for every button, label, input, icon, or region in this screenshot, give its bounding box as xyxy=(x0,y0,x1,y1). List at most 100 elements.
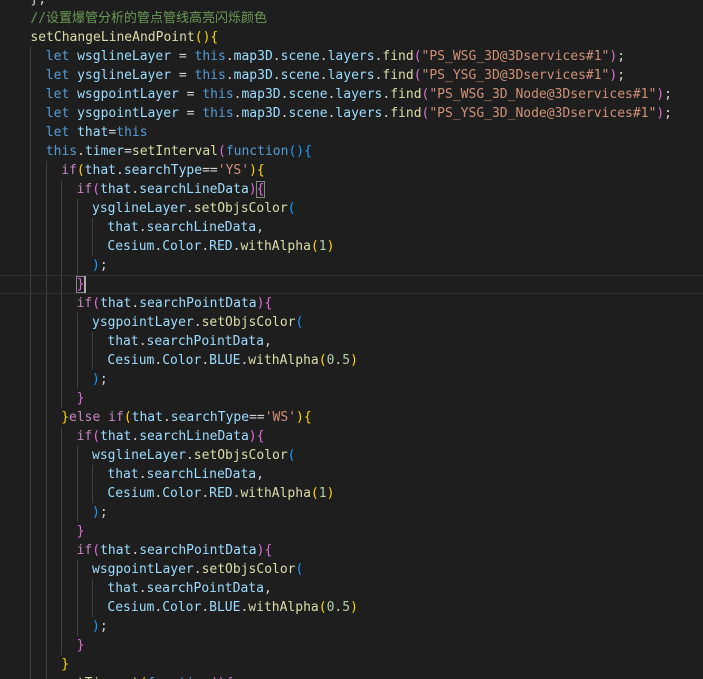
code-line[interactable]: ); xyxy=(0,503,703,522)
code-token: let xyxy=(45,87,78,102)
code-token: ( xyxy=(310,239,319,254)
code-token: withAlpha xyxy=(248,600,319,615)
code-token: ; xyxy=(99,372,108,387)
code-token: ysgpointLayer xyxy=(77,106,179,121)
code-line[interactable]: }else if(that.searchType=='WS'){ xyxy=(0,408,703,427)
code-token: ) xyxy=(296,144,305,159)
code-token: = xyxy=(171,68,195,83)
code-line[interactable]: if(that.searchLineData){ xyxy=(0,427,703,446)
code-line[interactable]: if(that.searchLineData){ xyxy=(0,180,703,199)
code-token: withAlpha xyxy=(240,239,311,254)
code-token: ; xyxy=(617,49,626,64)
code-line[interactable]: Cesium.Color.BLUE.withAlpha(0.5) xyxy=(0,598,703,617)
code-token: == xyxy=(249,410,265,425)
code-token: . xyxy=(154,486,163,501)
code-line[interactable]: }; xyxy=(0,0,703,9)
code-token: RED xyxy=(209,239,233,254)
code-token: searchPointData xyxy=(146,334,264,349)
code-editor[interactable]: }; //设置爆管分析的管点管线高亮闪烁颜色 setChangeLineAndPoi… xyxy=(0,0,703,679)
code-line[interactable]: if(that.searchPointData){ xyxy=(0,294,703,313)
code-line[interactable]: Cesium.Color.RED.withAlpha(1) xyxy=(0,484,703,503)
code-token: ) xyxy=(92,372,100,387)
code-line[interactable]: setChangeLineAndPoint(){ xyxy=(0,28,703,47)
code-token: . xyxy=(154,600,163,615)
code-line[interactable]: that.searchPointData, xyxy=(0,579,703,598)
code-token: = xyxy=(124,144,132,159)
code-line[interactable]: let ysgpointLayer = this.map3D.scene.lay… xyxy=(0,104,703,123)
code-token: ( xyxy=(218,144,226,159)
code-line[interactable]: that.searchLineData, xyxy=(0,218,703,237)
code-line[interactable]: ); xyxy=(0,617,703,636)
code-line[interactable]: that.searchPointData, xyxy=(0,332,703,351)
code-token: if xyxy=(108,410,124,425)
code-token: searchLineData xyxy=(146,467,257,482)
code-token: ) xyxy=(296,410,304,425)
code-line[interactable]: } xyxy=(0,389,703,408)
code-token: let xyxy=(45,68,78,83)
code-line[interactable]: let wsgpointLayer = this.map3D.scene.lay… xyxy=(0,85,703,104)
code-token: ( xyxy=(318,600,327,615)
code-token: map3D xyxy=(241,87,281,102)
code-token: if xyxy=(61,163,77,178)
code-token: . xyxy=(272,49,281,64)
code-line[interactable]: } xyxy=(0,655,703,674)
code-line[interactable]: if(that.searchPointData){ xyxy=(0,541,703,560)
code-token: ) xyxy=(92,619,100,634)
code-token: ) xyxy=(350,353,358,368)
code-token: ) xyxy=(350,600,358,615)
code-token: timer xyxy=(84,144,125,159)
code-token: ( xyxy=(76,163,85,178)
code-line[interactable]: setTimeout(function(){ xyxy=(0,674,703,679)
code-line[interactable]: let wsglineLayer = this.map3D.scene.laye… xyxy=(0,47,703,66)
code-token: ( xyxy=(194,30,203,45)
code-token: , xyxy=(256,220,264,235)
code-token: 0.5 xyxy=(326,353,351,368)
code-token: setObjsColor xyxy=(193,201,288,216)
code-line[interactable]: ); xyxy=(0,370,703,389)
code-token: ( xyxy=(310,486,319,501)
code-token: ) xyxy=(248,182,257,197)
code-token: withAlpha xyxy=(240,486,311,501)
code-token: ( xyxy=(413,68,422,83)
code-token: } xyxy=(61,657,70,672)
code-token: . xyxy=(319,49,328,64)
code-token: ( xyxy=(295,562,304,577)
code-line[interactable]: let that=this xyxy=(0,123,703,142)
code-token: = xyxy=(171,49,195,64)
code-token: let xyxy=(45,49,78,64)
code-token: Cesium xyxy=(107,239,155,254)
code-line[interactable]: Cesium.Color.RED.withAlpha(1) xyxy=(0,237,703,256)
code-line[interactable]: } xyxy=(0,522,703,541)
code-line[interactable]: ysgpointLayer.setObjsColor( xyxy=(0,313,703,332)
code-line[interactable]: that.searchLineData, xyxy=(0,465,703,484)
code-line[interactable]: wsglineLayer.setObjsColor( xyxy=(0,446,703,465)
code-line[interactable]: wsgpointLayer.setObjsColor( xyxy=(0,560,703,579)
code-token: . xyxy=(115,163,124,178)
code-line[interactable]: let ysglineLayer = this.map3D.scene.laye… xyxy=(0,66,703,85)
code-token: . xyxy=(154,239,163,254)
code-token: layers xyxy=(327,49,375,64)
code-token: ) xyxy=(249,163,257,178)
code-line[interactable]: ); xyxy=(0,256,703,275)
code-line[interactable]: Cesium.Color.BLUE.withAlpha(0.5) xyxy=(0,351,703,370)
code-token: this xyxy=(116,125,148,140)
code-token: wsglineLayer xyxy=(92,448,186,463)
code-token: "PS_YSG_3D@3Dservices#1" xyxy=(421,68,610,83)
code-token: ) xyxy=(326,239,335,254)
code-token: searchLineData xyxy=(139,182,249,197)
code-token: . xyxy=(319,68,328,83)
code-line[interactable]: if(that.searchType=='YS'){ xyxy=(0,161,703,180)
code-line[interactable]: } xyxy=(0,275,703,294)
code-token: . xyxy=(138,581,147,596)
code-token: . xyxy=(201,486,210,501)
code-line[interactable]: } xyxy=(0,636,703,655)
code-line[interactable]: //设置爆管分析的管点管线高亮闪烁颜色 xyxy=(0,9,703,28)
code-token: { xyxy=(303,410,312,425)
code-line[interactable]: this.timer=setInterval(function(){ xyxy=(0,142,703,161)
code-token: layers xyxy=(335,87,383,102)
code-line[interactable]: ysglineLayer.setObjsColor( xyxy=(0,199,703,218)
code-token: { xyxy=(264,543,273,558)
code-token: that xyxy=(131,410,163,425)
code-token: Color xyxy=(162,600,202,615)
code-token: if xyxy=(76,296,93,311)
